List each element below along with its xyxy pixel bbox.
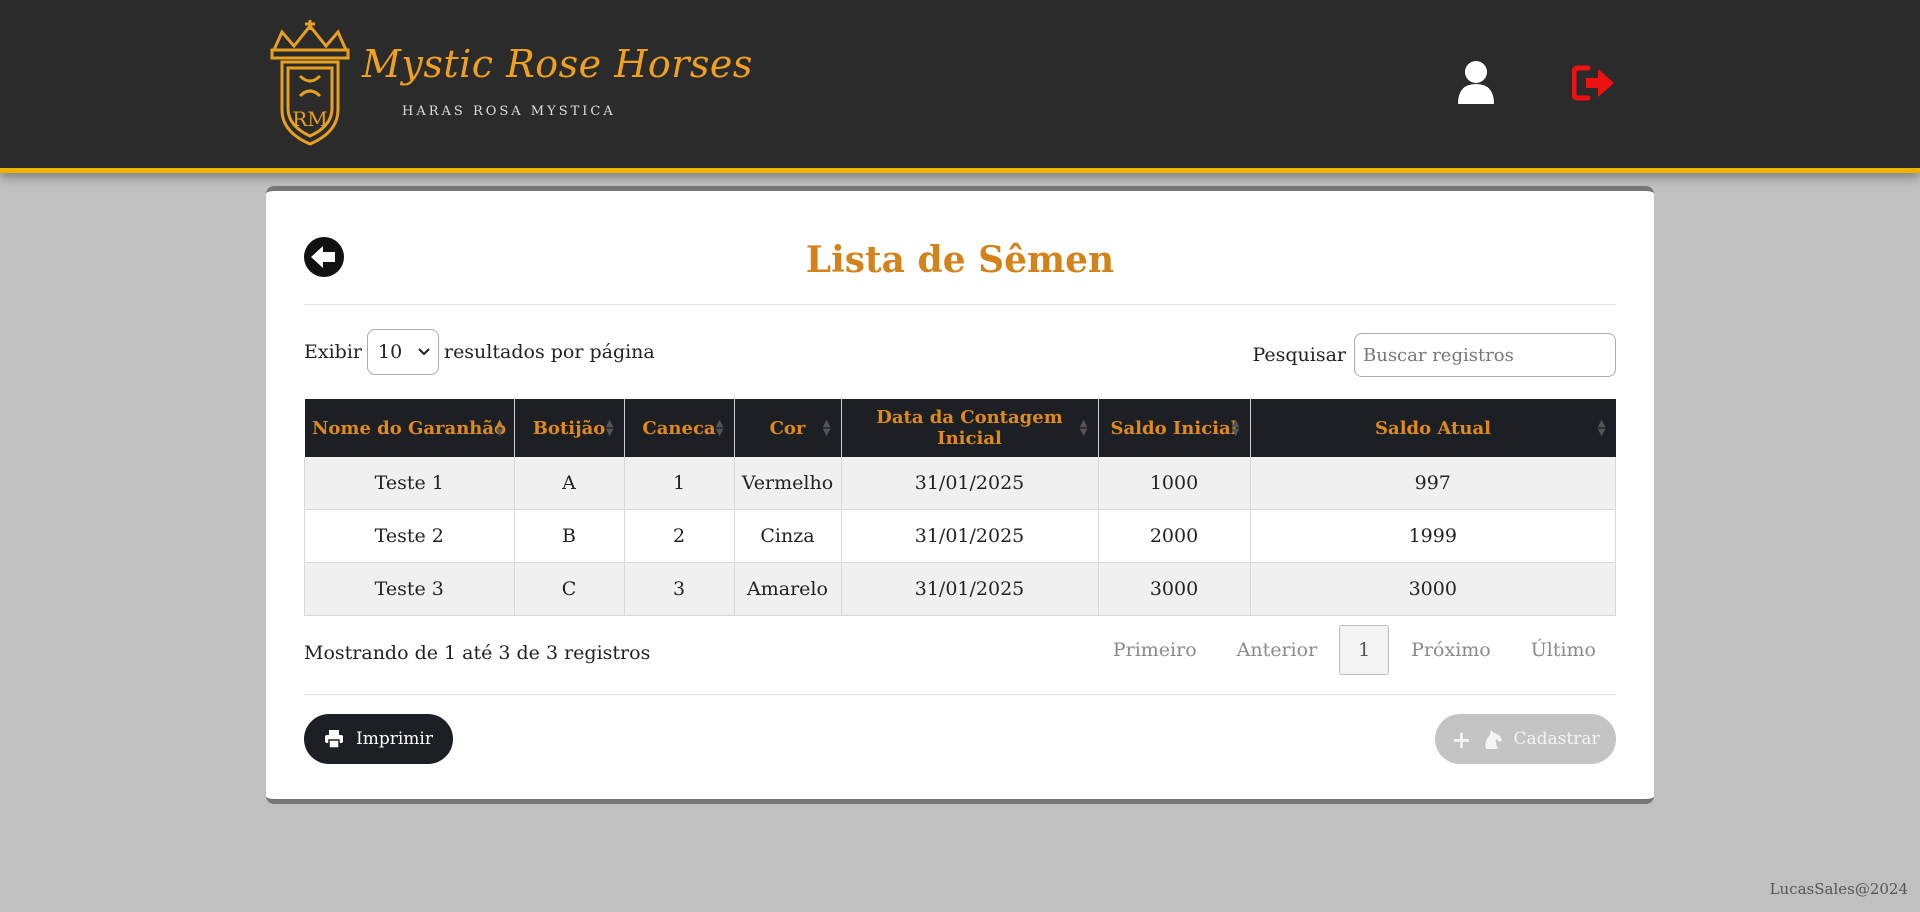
page-size-control: Exibir 10 resultados por página (304, 329, 655, 375)
pagination-last[interactable]: Último (1511, 639, 1616, 661)
pagination: Primeiro Anterior 1 Próximo Último (1093, 625, 1616, 675)
table-cell: A (513, 457, 625, 510)
table-cell: 3000 (1249, 562, 1616, 616)
table-row[interactable]: Teste 1 A 1 Vermelho 31/01/2025 1000 997 (304, 457, 1616, 510)
table-header-row: Nome do Garanhão ▲ ▼ Botijão ▲ ▼ Caneca ▲ ▼ Co… (304, 399, 1616, 457)
user-profile-icon[interactable] (1456, 60, 1496, 104)
title-divider (304, 304, 1616, 305)
sort-icon: ▲ ▼ (1079, 418, 1088, 438)
logo-initials: RM (292, 107, 328, 131)
footer-divider (304, 694, 1616, 695)
table-cell: Cinza (733, 509, 842, 563)
column-header-current-balance[interactable]: Saldo Atual ▲ ▼ (1250, 399, 1616, 457)
column-header-initial-count-date[interactable]: Data da Contagem Inicial ▲ ▼ (841, 399, 1099, 457)
plus-icon: + (1451, 724, 1472, 754)
column-header-cup[interactable]: Caneca ▲ ▼ (624, 399, 735, 457)
brand-name: Mystic Rose Horses (362, 42, 753, 86)
sort-icon: ▲ ▼ (822, 418, 831, 438)
table-cell: 1000 (1097, 457, 1251, 510)
table-cell: 31/01/2025 (840, 509, 1099, 563)
register-button[interactable]: + Cadastrar (1435, 714, 1616, 764)
table-info: Mostrando de 1 até 3 de 3 registros (304, 642, 651, 664)
table-cell: 2000 (1097, 509, 1251, 563)
table-cell: 31/01/2025 (840, 562, 1099, 616)
column-header-tank[interactable]: Botijão ▲ ▼ (514, 399, 625, 457)
show-label: Exibir (304, 341, 362, 363)
register-label: Cadastrar (1513, 729, 1600, 749)
table-cell: 2 (623, 509, 735, 563)
search-label: Pesquisar (1252, 344, 1346, 366)
search-control: Pesquisar (1252, 333, 1616, 377)
table-cell: Vermelho (733, 457, 842, 510)
sort-icon: ▲ ▼ (1231, 418, 1240, 438)
page-title: Lista de Sêmen (805, 239, 1115, 281)
print-button[interactable]: Imprimir (304, 714, 453, 764)
table-cell: 1 (623, 457, 735, 510)
top-header: RM Mystic Rose Horses HARAS ROSA MYSTICA (0, 0, 1920, 173)
table-row[interactable]: Teste 3 C 3 Amarelo 31/01/2025 3000 3000 (304, 562, 1616, 616)
table-cell: Teste 2 (304, 509, 515, 563)
table-cell: 1999 (1249, 509, 1616, 563)
pagination-current-page[interactable]: 1 (1339, 625, 1390, 675)
table-cell: 3 (623, 562, 735, 616)
logout-icon[interactable] (1572, 64, 1616, 102)
pagination-next[interactable]: Próximo (1391, 639, 1511, 661)
table-cell: Amarelo (733, 562, 842, 616)
table-cell: C (513, 562, 625, 616)
sort-icon: ▲ ▼ (605, 418, 614, 438)
column-header-color[interactable]: Cor ▲ ▼ (734, 399, 842, 457)
sort-icon: ▲ ▼ (495, 418, 504, 438)
horse-icon (1485, 730, 1502, 749)
per-page-label: resultados por página (443, 341, 655, 363)
column-header-initial-balance[interactable]: Saldo Inicial ▲ ▼ (1098, 399, 1251, 457)
semen-table: Nome do Garanhão ▲ ▼ Botijão ▲ ▼ Caneca ▲ ▼ Co… (304, 399, 1616, 616)
table-cell: Teste 3 (304, 562, 515, 616)
sort-icon: ▲ ▼ (715, 418, 724, 438)
page-size-value: 10 (377, 341, 403, 363)
search-input[interactable] (1354, 333, 1616, 377)
table-cell: B (513, 509, 625, 563)
table-cell: 3000 (1097, 562, 1251, 616)
column-header-stallion[interactable]: Nome do Garanhão ▲ ▼ (304, 399, 515, 457)
table-cell: 31/01/2025 (840, 457, 1099, 510)
print-label: Imprimir (356, 729, 433, 749)
brand-tagline: HARAS ROSA MYSTICA (402, 104, 616, 119)
content-card: Lista de Sêmen Exibir 10 resultados por … (266, 186, 1654, 804)
footer-credit: LucasSales@2024 (1769, 880, 1908, 898)
pagination-previous[interactable]: Anterior (1217, 639, 1338, 661)
page-size-select[interactable]: 10 (366, 329, 439, 375)
table-cell: Teste 1 (304, 457, 515, 510)
pagination-first[interactable]: Primeiro (1093, 639, 1217, 661)
sort-icon: ▲ ▼ (1597, 418, 1606, 438)
printer-icon (325, 730, 344, 749)
table-row[interactable]: Teste 2 B 2 Cinza 31/01/2025 2000 1999 (304, 509, 1616, 563)
chevron-down-icon (418, 348, 430, 356)
table-cell: 997 (1249, 457, 1616, 510)
